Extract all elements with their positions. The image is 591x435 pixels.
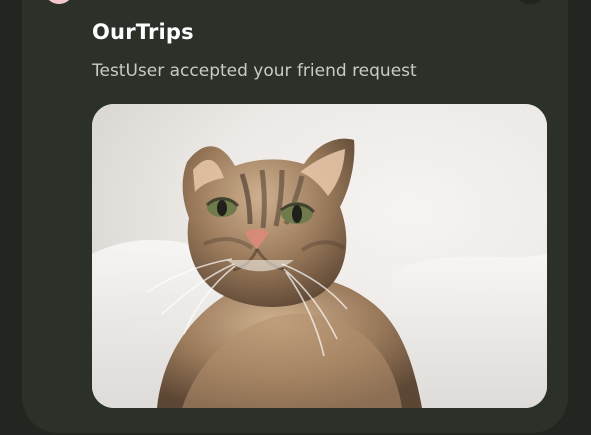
- cat-photo-icon: [92, 104, 547, 408]
- notification-image[interactable]: [92, 104, 547, 408]
- notification-title: OurTrips: [92, 20, 194, 44]
- notification-message: TestUser accepted your friend request: [92, 61, 417, 81]
